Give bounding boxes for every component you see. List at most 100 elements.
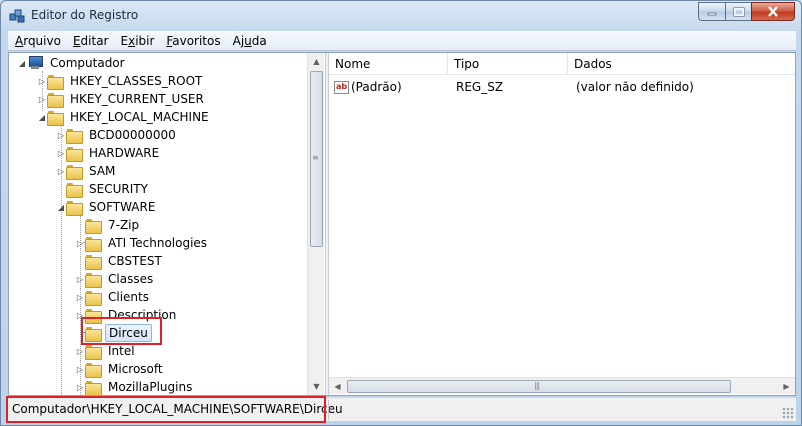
tree-node-hkey-local-machine[interactable]: ◢ HKEY_LOCAL_MACHINE bbox=[37, 108, 212, 126]
maximize-button[interactable] bbox=[725, 2, 751, 21]
folder-icon bbox=[85, 290, 102, 306]
collapse-arrow-icon[interactable]: ◢ bbox=[56, 202, 66, 212]
tree-node-label: HKEY_CURRENT_USER bbox=[70, 92, 204, 106]
maximize-icon bbox=[733, 7, 744, 16]
tree-node-hkey-classes-root[interactable]: ▷ HKEY_CLASSES_ROOT bbox=[37, 72, 205, 90]
tree-node-label: CBSTEST bbox=[108, 254, 162, 268]
column-header-nome[interactable]: Nome bbox=[329, 53, 448, 75]
close-button[interactable] bbox=[751, 2, 795, 21]
tree-node-label: ATI Technologies bbox=[108, 236, 208, 250]
scroll-up-arrow-icon[interactable]: ▲ bbox=[308, 53, 325, 70]
window-title: Editor do Registro bbox=[31, 8, 139, 22]
expand-arrow-icon[interactable]: ▷ bbox=[56, 148, 66, 158]
tree-node-classes[interactable]: ▷ Classes bbox=[75, 270, 156, 288]
menu-label: Aj bbox=[232, 33, 245, 48]
expand-arrow-icon[interactable]: ▷ bbox=[37, 94, 47, 104]
tree-node-security[interactable]: SECURITY bbox=[56, 180, 151, 198]
folder-icon bbox=[85, 254, 102, 270]
tree-node-clients[interactable]: ▷ Clients bbox=[75, 288, 152, 306]
tree-node-label: HKEY_CLASSES_ROOT bbox=[70, 74, 203, 88]
menu-ajuda[interactable]: Ajuda bbox=[228, 34, 272, 48]
column-header-dados[interactable]: Dados bbox=[568, 53, 795, 75]
tree-node-hkey-current-user[interactable]: ▷ HKEY_CURRENT_USER bbox=[37, 90, 207, 108]
menu-arquivo[interactable]: Arquivo bbox=[10, 34, 66, 48]
scroll-left-arrow-icon[interactable]: ◀ bbox=[329, 378, 346, 395]
value-name: (Padrão) bbox=[351, 80, 402, 94]
status-bar: Computador\HKEY_LOCAL_MACHINE\SOFTWARE\D… bbox=[8, 397, 796, 421]
menu-editar[interactable]: Editar bbox=[68, 34, 114, 48]
title-bar[interactable]: Editor do Registro bbox=[1, 1, 801, 31]
tree-node-label: Description bbox=[108, 308, 177, 322]
tree-node-label: SAM bbox=[89, 164, 116, 178]
menu-exibir[interactable]: Exibir bbox=[116, 34, 160, 48]
expand-arrow-icon[interactable]: ▷ bbox=[37, 76, 47, 86]
menu-label: ibir bbox=[135, 33, 155, 48]
folder-icon bbox=[85, 308, 102, 324]
main-area: ◢ Computador ▷ HKEY_CLASSES_ROOT ▷ HKEY_… bbox=[8, 52, 796, 396]
tree-node-intel[interactable]: ▷ Intel bbox=[75, 342, 138, 360]
window-controls bbox=[698, 2, 795, 22]
scroll-down-arrow-icon[interactable]: ▼ bbox=[308, 378, 325, 395]
tree-node-bcd00000000[interactable]: ▷ BCD00000000 bbox=[56, 126, 179, 144]
tree-node-dirceu[interactable]: Dirceu bbox=[75, 324, 152, 342]
column-header-tipo[interactable]: Tipo bbox=[448, 53, 568, 75]
value-data: (valor não definido) bbox=[576, 80, 694, 94]
expand-arrow-icon[interactable]: ▷ bbox=[75, 274, 85, 284]
tree-node-mozillaplugins[interactable]: ▷ MozillaPlugins bbox=[75, 378, 195, 395]
folder-icon bbox=[47, 74, 64, 90]
resize-grip-icon[interactable] bbox=[782, 407, 794, 419]
expand-arrow-icon[interactable]: ▷ bbox=[75, 382, 85, 392]
tree-node-description[interactable]: ▷ Description bbox=[75, 306, 179, 324]
folder-icon bbox=[85, 326, 102, 342]
value-type: REG_SZ bbox=[456, 80, 504, 94]
tree-node-ati-technologies[interactable]: ▷ ATI Technologies bbox=[75, 234, 210, 252]
expand-arrow-icon[interactable]: ▷ bbox=[75, 310, 85, 320]
folder-icon bbox=[85, 344, 102, 360]
tree-node-label: SECURITY bbox=[89, 182, 148, 196]
folder-icon bbox=[85, 236, 102, 252]
scroll-right-arrow-icon[interactable]: ▶ bbox=[778, 378, 795, 395]
tree-node-label: MozillaPlugins bbox=[108, 380, 193, 394]
expand-arrow-icon[interactable]: ▷ bbox=[56, 166, 66, 176]
collapse-arrow-icon[interactable]: ◢ bbox=[17, 58, 27, 68]
mnemonic: A bbox=[15, 33, 24, 48]
mnemonic: u bbox=[244, 33, 252, 48]
expand-arrow-icon[interactable]: ▷ bbox=[75, 292, 85, 302]
folder-icon bbox=[66, 164, 83, 180]
expand-arrow-icon[interactable]: ▷ bbox=[56, 130, 66, 140]
list-item[interactable]: ab (Padrão) REG_SZ (valor não definido) bbox=[334, 77, 790, 97]
folder-icon bbox=[47, 110, 64, 126]
collapse-arrow-icon[interactable]: ◢ bbox=[37, 112, 47, 122]
tree-node-sam[interactable]: ▷ SAM bbox=[56, 162, 118, 180]
folder-icon bbox=[66, 128, 83, 144]
expand-arrow-icon[interactable]: ▷ bbox=[75, 346, 85, 356]
tree-node-software[interactable]: ◢ SOFTWARE bbox=[56, 198, 158, 216]
minimize-button[interactable] bbox=[698, 2, 725, 21]
tree-node-label: Classes bbox=[108, 272, 154, 286]
tree-node-cbstest[interactable]: CBSTEST bbox=[75, 252, 165, 270]
expand-arrow-icon[interactable]: ▷ bbox=[75, 238, 85, 248]
tree-node-hardware[interactable]: ▷ HARDWARE bbox=[56, 144, 162, 162]
tree-node-microsoft[interactable]: ▷ Microsoft bbox=[75, 360, 166, 378]
tree-node-label: SOFTWARE bbox=[89, 200, 156, 214]
menu-favoritos[interactable]: Favoritos bbox=[161, 34, 225, 48]
registry-tree[interactable]: ◢ Computador ▷ HKEY_CLASSES_ROOT ▷ HKEY_… bbox=[9, 53, 325, 395]
status-path: Computador\HKEY_LOCAL_MACHINE\SOFTWARE\D… bbox=[12, 402, 343, 416]
values-list[interactable]: Nome Tipo Dados ab (Padrão) REG_SZ (valo… bbox=[329, 53, 795, 395]
folder-icon bbox=[85, 362, 102, 378]
close-icon bbox=[768, 6, 778, 17]
tree-node-7-zip[interactable]: 7-Zip bbox=[75, 216, 142, 234]
folder-icon bbox=[85, 380, 102, 395]
list-horizontal-scrollbar[interactable]: ◀ ||| ▶ bbox=[329, 377, 795, 394]
tree-node-label: Computador bbox=[50, 56, 125, 70]
tree-node-label: HKEY_LOCAL_MACHINE bbox=[70, 110, 209, 124]
tree-vertical-scrollbar[interactable]: ▲ ≡ ▼ bbox=[307, 53, 324, 395]
column-header-label: Tipo bbox=[454, 56, 480, 71]
tree-node-computador[interactable]: ◢ Computador bbox=[17, 54, 128, 72]
menu-label: rquivo bbox=[23, 33, 61, 48]
folder-icon bbox=[47, 92, 64, 108]
expand-arrow-icon[interactable]: ▷ bbox=[75, 364, 85, 374]
